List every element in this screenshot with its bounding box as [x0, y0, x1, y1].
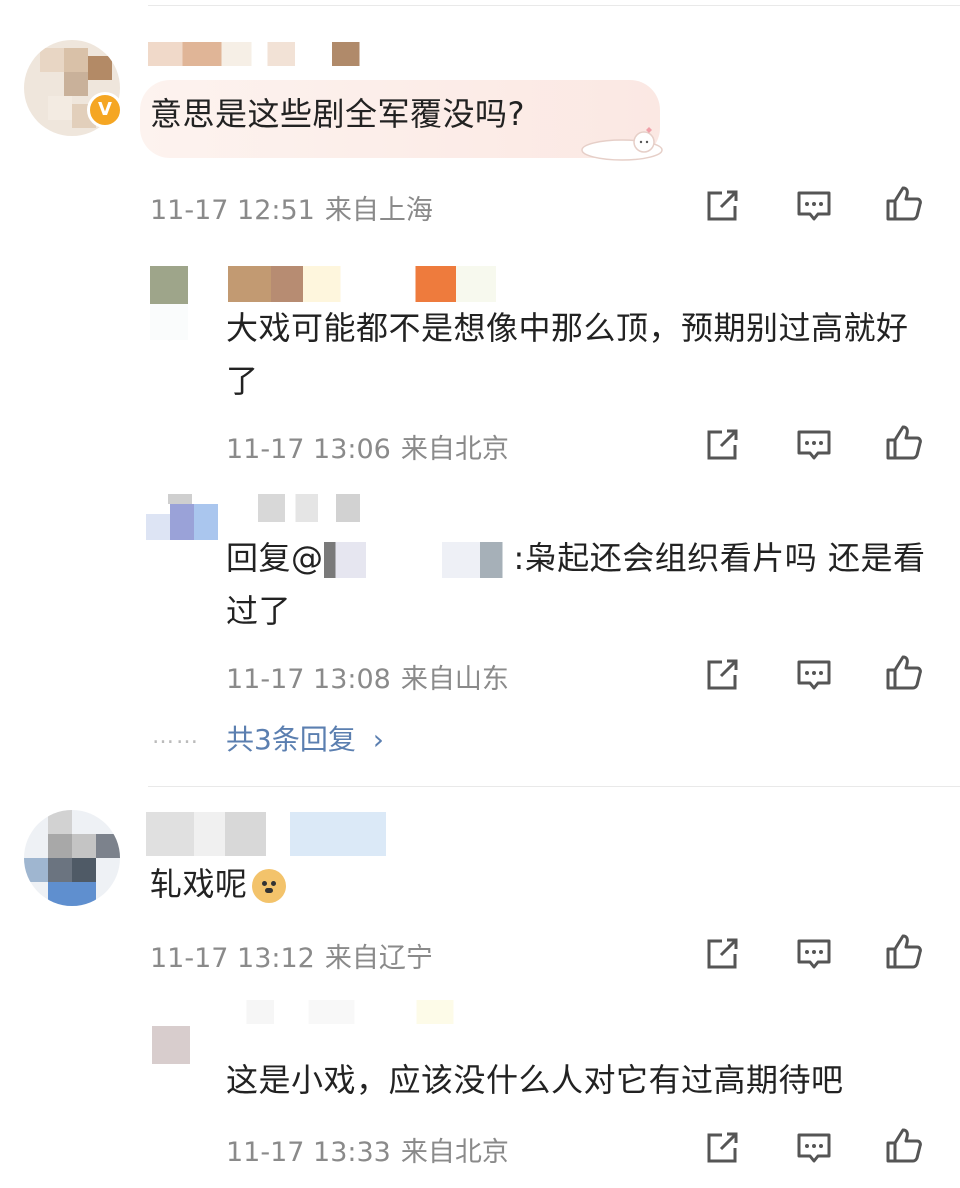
share-icon[interactable]: [702, 655, 742, 695]
reply-location: 来自北京: [400, 434, 509, 465]
reply-text: 大戏可能都不是想像中那么顶，预期别过高就好了: [226, 309, 909, 400]
username-blurred[interactable]: [148, 42, 378, 66]
comment-date: 11-17 13:12: [150, 943, 315, 974]
avatar[interactable]: [146, 494, 218, 546]
share-icon[interactable]: [702, 425, 742, 465]
share-icon[interactable]: [702, 934, 742, 974]
like-icon[interactable]: [884, 423, 924, 463]
reply-location: 来自北京: [400, 1137, 509, 1168]
comment-location: 来自上海: [324, 195, 433, 226]
verified-badge: V: [87, 92, 123, 128]
comment-icon[interactable]: [794, 1128, 834, 1168]
top-divider: [148, 5, 960, 6]
chevron-right-icon: ›: [372, 723, 384, 756]
reply-date: 11-17 13:06: [226, 434, 391, 465]
username-blurred[interactable]: [146, 812, 386, 856]
comment-location: 来自辽宁: [324, 943, 433, 974]
reply-text: 回复@:枭起还会组织看片吗 还是看过了: [226, 532, 926, 638]
comment-icon[interactable]: [794, 655, 834, 695]
share-icon[interactable]: [702, 1128, 742, 1168]
mention-username-blurred[interactable]: [323, 542, 514, 578]
reply-prefix: 回复@: [226, 539, 324, 577]
comment-text: 轧戏呢: [150, 858, 286, 911]
comment-meta: 11-17 12:51 来自上海: [150, 188, 433, 227]
reply-meta: 11-17 13:33 来自北京: [226, 1130, 509, 1169]
reply-date: 11-17 13:33: [226, 1137, 391, 1168]
reply-location: 来自山东: [400, 664, 509, 695]
username-blurred[interactable]: [228, 494, 378, 522]
comment-divider: [148, 786, 960, 787]
comment-text-body: 轧戏呢: [150, 865, 248, 903]
username-blurred[interactable]: [228, 1000, 458, 1024]
reply-text: 这是小戏，应该没什么人对它有过高期待吧: [226, 1061, 844, 1099]
avatar[interactable]: [150, 266, 192, 342]
more-replies-label: 共3条回复: [226, 723, 356, 756]
more-replies-link[interactable]: 共3条回复 ›: [226, 718, 384, 758]
comment-meta: 11-17 13:12 来自辽宁: [150, 936, 433, 975]
doge-emoji-icon: [251, 869, 286, 903]
like-icon[interactable]: [884, 932, 924, 972]
more-replies-dots: ……: [152, 724, 200, 749]
like-icon[interactable]: [884, 653, 924, 693]
avatar[interactable]: [152, 1026, 190, 1064]
reply-meta: 11-17 13:06 来自北京: [226, 427, 509, 466]
comment-icon[interactable]: [794, 934, 834, 974]
comment-icon[interactable]: [794, 186, 834, 226]
reply-meta: 11-17 13:08 来自山东: [226, 657, 509, 696]
username-blurred[interactable]: [228, 266, 496, 302]
share-icon[interactable]: [702, 186, 742, 226]
reply-date: 11-17 13:08: [226, 664, 391, 695]
cat-sticker-icon: [578, 126, 664, 162]
avatar[interactable]: [24, 810, 120, 906]
comment-icon[interactable]: [794, 425, 834, 465]
like-icon[interactable]: [884, 184, 924, 224]
like-icon[interactable]: [884, 1126, 924, 1166]
comment-text: 意思是这些剧全军覆没吗?: [150, 95, 525, 133]
comment-date: 11-17 12:51: [150, 195, 315, 226]
